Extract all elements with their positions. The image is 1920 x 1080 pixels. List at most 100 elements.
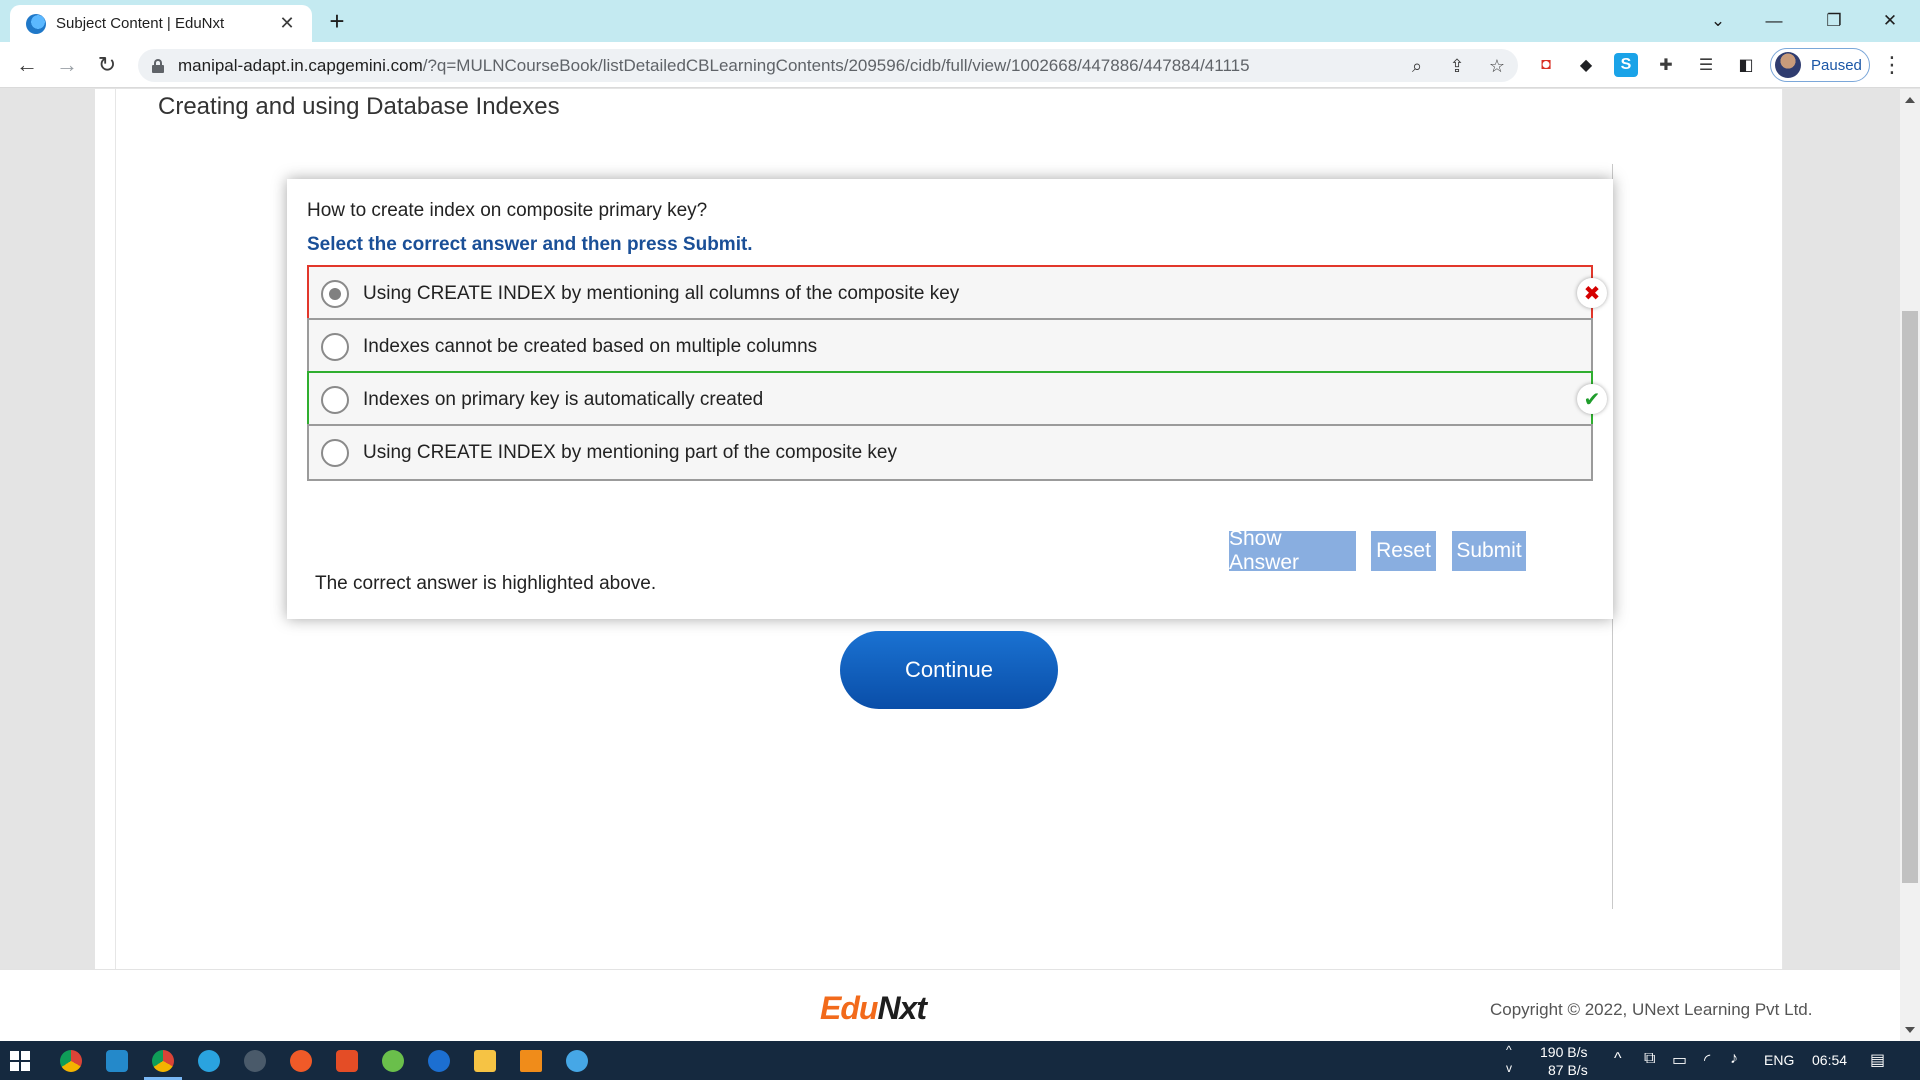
option-label: Using CREATE INDEX by mentioning all col… <box>363 282 960 304</box>
extensions-puzzle-icon[interactable]: ✚ <box>1654 53 1678 77</box>
lock-icon <box>152 58 164 73</box>
restore-window-icon[interactable]: ❐ <box>1806 0 1862 42</box>
taskbar-chrome[interactable] <box>48 1041 94 1080</box>
taskbar-app-5[interactable] <box>232 1041 278 1080</box>
browser-tab-strip: Subject Content | EduNxt ✕ + ⌄ — ❐ ✕ <box>0 0 1920 42</box>
p-app-icon <box>336 1049 358 1072</box>
taskbar-vscode[interactable] <box>94 1041 140 1080</box>
answer-option-3[interactable]: Indexes on primary key is automatically … <box>307 371 1607 428</box>
edunxt-app-icon <box>566 1049 588 1072</box>
taskbar-telegram[interactable] <box>186 1041 232 1080</box>
submit-button[interactable]: Submit <box>1452 531 1526 571</box>
tab-title: Subject Content | EduNxt <box>56 15 225 32</box>
logo-nxt: Nxt <box>877 990 927 1026</box>
clock-time[interactable]: 06:54 <box>1812 1052 1847 1068</box>
avatar <box>1775 52 1801 78</box>
bookmark-star-icon[interactable]: ☆ <box>1484 53 1510 79</box>
radio-button[interactable] <box>321 385 349 414</box>
folder-icon <box>474 1049 496 1072</box>
page-title: Creating and using Database Indexes <box>158 93 560 120</box>
copyright-text: Copyright © 2022, UNext Learning Pvt Ltd… <box>1490 1000 1813 1019</box>
option-label: Indexes cannot be created based on multi… <box>363 335 818 357</box>
vlc-cone-icon <box>520 1049 542 1072</box>
answer-option-1[interactable]: Using CREATE INDEX by mentioning all col… <box>307 265 1607 322</box>
taskbar-file-explorer[interactable] <box>462 1041 508 1080</box>
continue-button[interactable]: Continue <box>840 631 1058 709</box>
minimize-window-icon[interactable]: — <box>1746 0 1802 42</box>
scroll-up-arrow-icon[interactable] <box>1905 97 1915 103</box>
chrome-profile-icon <box>152 1049 174 1072</box>
close-tab-icon[interactable]: ✕ <box>276 13 298 34</box>
taskbar-app-6[interactable] <box>278 1041 324 1080</box>
edunxt-favicon-icon <box>26 13 46 34</box>
dark-reader-extension-icon[interactable]: ◆ <box>1574 53 1598 77</box>
browser-app-icon <box>428 1049 450 1072</box>
meet-now-icon[interactable]: ⧉ <box>1644 1050 1655 1068</box>
taskbar-app-12[interactable] <box>554 1041 600 1080</box>
url-text[interactable]: manipal-adapt.in.capgemini.com/?q=MULNCo… <box>178 56 1250 76</box>
language-indicator[interactable]: ENG <box>1764 1052 1794 1068</box>
taskbar-chrome-profile[interactable] <box>140 1041 186 1080</box>
windows-taskbar: ^ v 190 B/s 87 B/s ^ ⧉ ▭ ◜ ♪ ENG 06:54 ▤ <box>0 1041 1920 1080</box>
network-upload-speed: 190 B/s <box>1540 1044 1588 1060</box>
volume-icon[interactable]: ♪ <box>1730 1050 1738 1068</box>
share-icon[interactable]: ⇪ <box>1444 53 1470 79</box>
page-viewport: Creating and using Database Indexes How … <box>0 89 1900 1041</box>
scrollbar-thumb[interactable] <box>1902 311 1918 883</box>
tab-search-chevron-icon[interactable]: ⌄ <box>1690 0 1746 42</box>
radio-button[interactable] <box>321 279 349 308</box>
browser-tab[interactable]: Subject Content | EduNxt ✕ <box>10 5 312 42</box>
back-arrow-icon[interactable]: ← <box>12 50 42 80</box>
compass-icon <box>290 1049 312 1072</box>
show-hidden-icons-chevron-icon[interactable]: ^ <box>1614 1050 1622 1068</box>
edunxt-logo: EduNxt <box>820 990 927 1027</box>
upload-arrow-icon: ^ <box>1506 1043 1512 1057</box>
windows-start-icon[interactable] <box>10 1051 30 1071</box>
profile-status: Paused <box>1811 56 1862 74</box>
browser-menu-icon[interactable]: ⋮ <box>1880 52 1904 78</box>
notifications-icon[interactable]: ▤ <box>1870 1050 1885 1070</box>
page-scrollbar[interactable] <box>1900 89 1920 1041</box>
vscode-icon <box>106 1049 128 1072</box>
chrome-icon <box>60 1049 82 1072</box>
forward-arrow-icon[interactable]: → <box>52 50 82 80</box>
side-panel-icon[interactable]: ◧ <box>1734 53 1758 77</box>
option-label: Indexes on primary key is automatically … <box>363 388 764 410</box>
address-bar[interactable]: manipal-adapt.in.capgemini.com/?q=MULNCo… <box>138 49 1518 82</box>
new-tab-button[interactable]: + <box>322 6 352 36</box>
quill-icon <box>244 1049 266 1072</box>
pocket-extension-icon[interactable]: ◘ <box>1534 53 1558 77</box>
browser-toolbar: ← → ↻ manipal-adapt.in.capgemini.com/?q=… <box>0 42 1920 88</box>
reload-icon[interactable]: ↻ <box>92 50 122 80</box>
answer-option-2[interactable]: Indexes cannot be created based on multi… <box>307 318 1593 375</box>
battery-icon[interactable]: ▭ <box>1672 1050 1687 1070</box>
zoom-icon[interactable]: ⌕ <box>1404 53 1430 79</box>
quiz-instruction: Select the correct answer and then press… <box>307 234 753 255</box>
wifi-icon[interactable]: ◜ <box>1704 1050 1710 1070</box>
radio-button[interactable] <box>321 332 349 361</box>
wrong-answer-icon: ✖ <box>1577 278 1607 308</box>
url-host: manipal-adapt.in.capgemini.com <box>178 55 423 75</box>
quiz-card: How to create index on composite primary… <box>287 179 1613 619</box>
show-answer-button[interactable]: Show Answer <box>1229 527 1356 574</box>
telegram-icon <box>198 1049 220 1072</box>
answer-feedback: The correct answer is highlighted above. <box>315 573 657 594</box>
scroll-down-arrow-icon[interactable] <box>1905 1027 1915 1033</box>
page-footer: EduNxt Copyright © 2022, UNext Learning … <box>0 969 1900 1041</box>
correct-answer-icon: ✔ <box>1577 384 1607 414</box>
quiz-question: How to create index on composite primary… <box>307 200 708 221</box>
option-label: Using CREATE INDEX by mentioning part of… <box>363 441 897 463</box>
url-path: /?q=MULNCourseBook/listDetailedCBLearnin… <box>422 55 1250 75</box>
reading-list-icon[interactable]: ☰ <box>1694 53 1718 77</box>
profile-button[interactable]: Paused <box>1770 48 1870 82</box>
radio-button[interactable] <box>321 438 349 467</box>
reset-button[interactable]: Reset <box>1371 531 1436 571</box>
answer-option-4[interactable]: Using CREATE INDEX by mentioning part of… <box>307 424 1593 481</box>
taskbar-vlc[interactable] <box>508 1041 554 1080</box>
taskbar-app-9[interactable] <box>416 1041 462 1080</box>
s-extension-icon[interactable]: S <box>1614 53 1638 77</box>
logo-edu: Edu <box>820 990 878 1026</box>
taskbar-app-7[interactable] <box>324 1041 370 1080</box>
close-window-icon[interactable]: ✕ <box>1862 0 1918 42</box>
taskbar-app-8[interactable] <box>370 1041 416 1080</box>
